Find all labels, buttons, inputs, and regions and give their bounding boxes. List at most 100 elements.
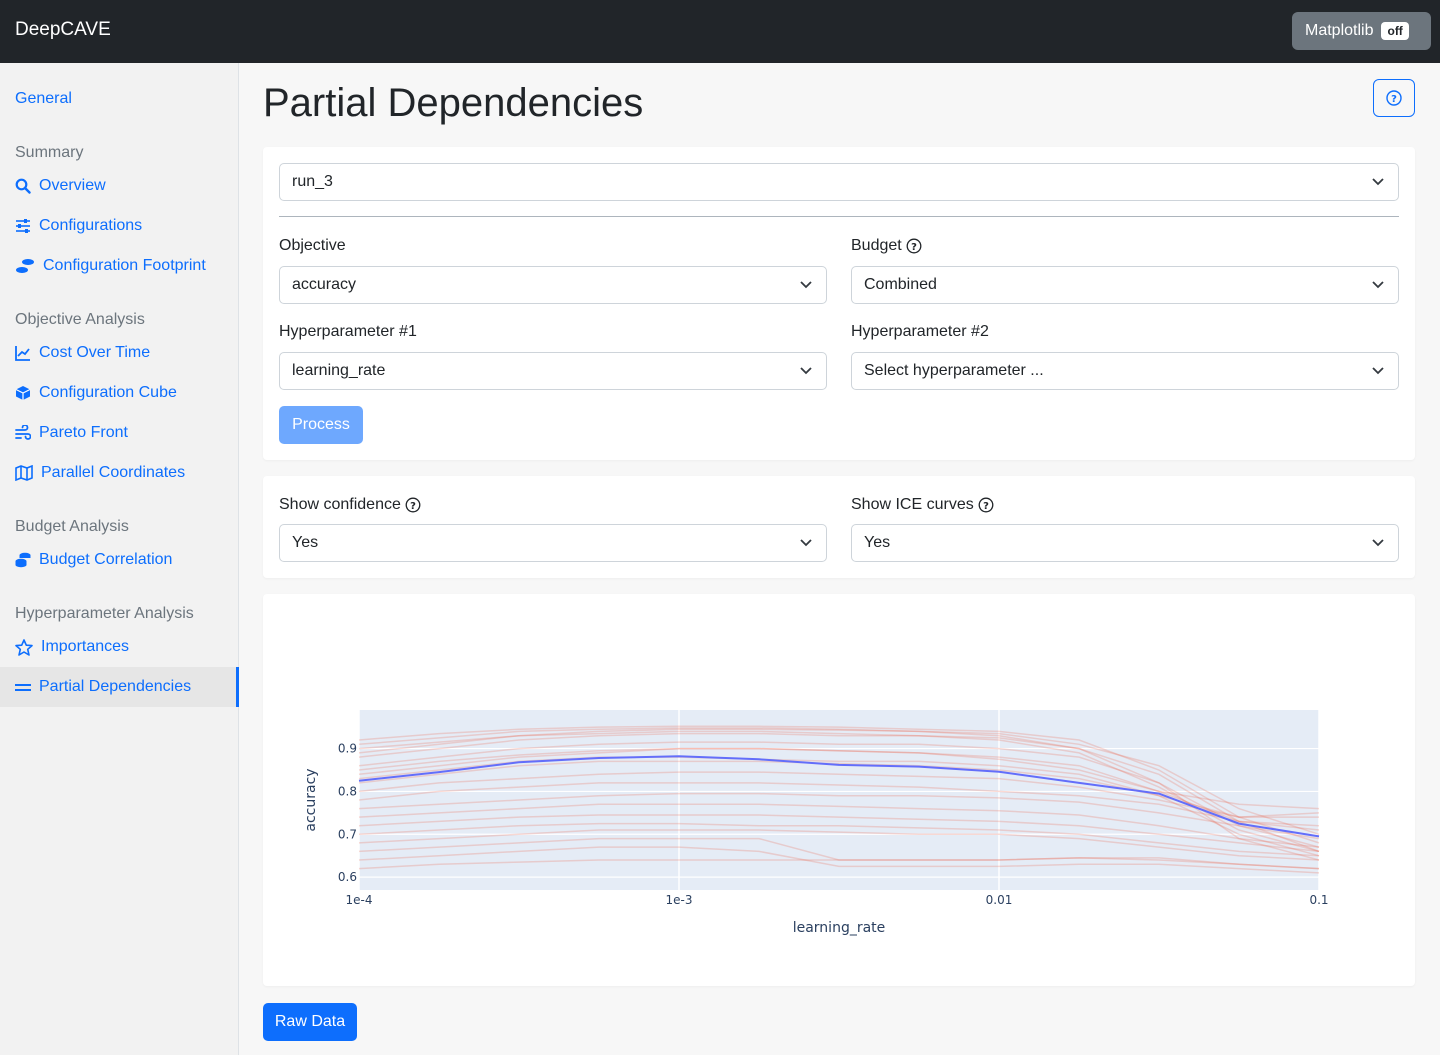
- partial-dependence-plot[interactable]: 1e-4 1e-3 0.01 0.1 0.6 0.7 0.8 0.9 learning_rate…: [263, 594, 1415, 986]
- sidebar-item-label: Importances: [41, 638, 130, 655]
- sidebar-item-overview[interactable]: Overview: [15, 175, 106, 197]
- sidebar-heading-summary: Summary: [15, 144, 84, 161]
- question-circle-icon: ?: [1386, 90, 1402, 106]
- raw-data-button[interactable]: Raw Data: [263, 1003, 357, 1041]
- x-tick-label: 0.1: [1309, 893, 1328, 907]
- hyperparameter-2-placeholder: Select hyperparameter ...: [864, 362, 1044, 379]
- question-circle-icon[interactable]: ?: [906, 238, 922, 254]
- sidebar-item-configuration-footprint[interactable]: Configuration Footprint: [15, 255, 206, 277]
- show-ice-value: Yes: [864, 534, 891, 551]
- sidebar-item-parallel-coordinates[interactable]: Parallel Coordinates: [15, 462, 185, 484]
- inputs-card: run_3 Objective accuracy Budget ? Combin…: [263, 147, 1415, 460]
- show-ice-label: Show ICE curves ?: [851, 496, 994, 514]
- show-confidence-label: Show confidence ?: [279, 496, 421, 514]
- sidebar-item-general[interactable]: General: [15, 88, 72, 110]
- sidebar-item-label: Partial Dependencies: [39, 678, 192, 695]
- navbar: DeepCAVE Matplotlib off: [0, 0, 1440, 63]
- sidebar-item-label: Pareto Front: [39, 424, 128, 441]
- y-tick-label: 0.6: [338, 870, 357, 884]
- y-tick-label: 0.9: [338, 742, 357, 756]
- y-tick-label: 0.7: [338, 827, 357, 841]
- sidebar-item-label: Budget Correlation: [39, 551, 173, 568]
- sidebar-item-label: Parallel Coordinates: [41, 464, 186, 481]
- divider: [279, 216, 1399, 217]
- sidebar-item-configurations[interactable]: Configurations: [15, 215, 142, 237]
- show-confidence-value: Yes: [292, 534, 319, 551]
- sidebar-item-label: General: [15, 90, 72, 107]
- hyperparameter-1-select[interactable]: learning_rate: [279, 352, 827, 390]
- matplotlib-toggle-button[interactable]: Matplotlib off: [1292, 12, 1431, 50]
- filters-card: Show confidence ? Yes Show ICE curves ? …: [263, 476, 1415, 578]
- show-ice-select[interactable]: Yes: [851, 524, 1399, 562]
- question-circle-icon[interactable]: ?: [405, 497, 421, 513]
- svg-text:?: ?: [911, 242, 917, 253]
- cube-icon: [15, 386, 31, 400]
- objective-label: Objective: [279, 237, 346, 255]
- hyperparameter-2-select[interactable]: Select hyperparameter ...: [851, 352, 1399, 390]
- objective-select[interactable]: accuracy: [279, 266, 827, 304]
- chevron-down-icon: [800, 367, 812, 375]
- sidebar: General Summary Overview Configurations …: [0, 63, 239, 1055]
- show-confidence-label-text: Show confidence: [279, 496, 401, 513]
- matplotlib-label: Matplotlib: [1305, 22, 1374, 39]
- sidebar-heading-hyperparameter-analysis: Hyperparameter Analysis: [15, 605, 194, 622]
- chart-line-icon: [15, 346, 30, 361]
- sidebar-item-label: Configurations: [39, 217, 143, 234]
- sidebar-item-label: Configuration Footprint: [43, 257, 206, 274]
- svg-text:?: ?: [983, 501, 989, 512]
- sidebar-item-label: Overview: [39, 177, 106, 194]
- hyperparameter-1-select-value: learning_rate: [292, 362, 386, 379]
- budget-select[interactable]: Combined: [851, 266, 1399, 304]
- budget-label-text: Budget: [851, 237, 902, 254]
- star-icon: [15, 638, 33, 656]
- budget-label: Budget ?: [851, 237, 922, 255]
- hyperparameter-2-label-text: Hyperparameter #2: [851, 323, 989, 340]
- process-button[interactable]: Process: [279, 406, 363, 444]
- sidebar-item-label: Configuration Cube: [39, 384, 177, 401]
- x-tick-label: 0.01: [986, 893, 1013, 907]
- sidebar-heading-objective-analysis: Objective Analysis: [15, 311, 145, 328]
- hyperparameter-2-label: Hyperparameter #2: [851, 323, 989, 341]
- objective-label-text: Objective: [279, 237, 346, 254]
- chevron-down-icon: [1372, 367, 1384, 375]
- show-confidence-select[interactable]: Yes: [279, 524, 827, 562]
- question-circle-icon[interactable]: ?: [978, 497, 994, 513]
- map-icon: [15, 465, 33, 481]
- app-brand[interactable]: DeepCAVE: [15, 19, 111, 41]
- sidebar-item-budget-correlation[interactable]: Budget Correlation: [15, 549, 172, 571]
- equals-icon: [15, 684, 31, 691]
- shoe-prints-icon: [16, 259, 34, 273]
- hyperparameter-1-label: Hyperparameter #1: [279, 323, 417, 341]
- sliders-icon: [16, 219, 30, 233]
- run-select-value: run_3: [292, 173, 333, 190]
- matplotlib-state-badge: off: [1381, 22, 1409, 40]
- sidebar-item-configuration-cube[interactable]: Configuration Cube: [15, 382, 177, 404]
- hyperparameter-1-label-text: Hyperparameter #1: [279, 323, 417, 340]
- chevron-down-icon: [1372, 539, 1384, 547]
- coins-icon: [15, 552, 31, 568]
- sidebar-item-partial-dependencies[interactable]: Partial Dependencies: [15, 676, 191, 698]
- sidebar-item-importances[interactable]: Importances: [15, 636, 129, 658]
- svg-text:?: ?: [1391, 94, 1397, 105]
- objective-select-value: accuracy: [292, 276, 357, 293]
- chevron-down-icon: [800, 281, 812, 289]
- show-ice-label-text: Show ICE curves: [851, 496, 974, 513]
- wind-icon: [15, 425, 31, 440]
- sidebar-item-label: Cost Over Time: [39, 344, 151, 361]
- x-tick-label: 1e-4: [346, 893, 373, 907]
- sidebar-item-pareto-front[interactable]: Pareto Front: [15, 422, 128, 444]
- run-select[interactable]: run_3: [279, 163, 1399, 201]
- y-tick-label: 0.8: [338, 784, 357, 798]
- x-axis-title: learning_rate: [793, 920, 886, 936]
- chevron-down-icon: [1372, 178, 1384, 186]
- plot-card: 1e-4 1e-3 0.01 0.1 0.6 0.7 0.8 0.9 learning_rate…: [263, 594, 1415, 986]
- search-icon: [15, 178, 31, 194]
- svg-text:?: ?: [410, 501, 416, 512]
- x-tick-label: 1e-3: [666, 893, 693, 907]
- sidebar-item-cost-over-time[interactable]: Cost Over Time: [15, 342, 150, 364]
- page-title: Partial Dependencies: [263, 81, 644, 125]
- help-button[interactable]: ?: [1373, 79, 1415, 117]
- budget-select-value: Combined: [864, 276, 937, 293]
- sidebar-heading-budget-analysis: Budget Analysis: [15, 518, 129, 535]
- chevron-down-icon: [1372, 281, 1384, 289]
